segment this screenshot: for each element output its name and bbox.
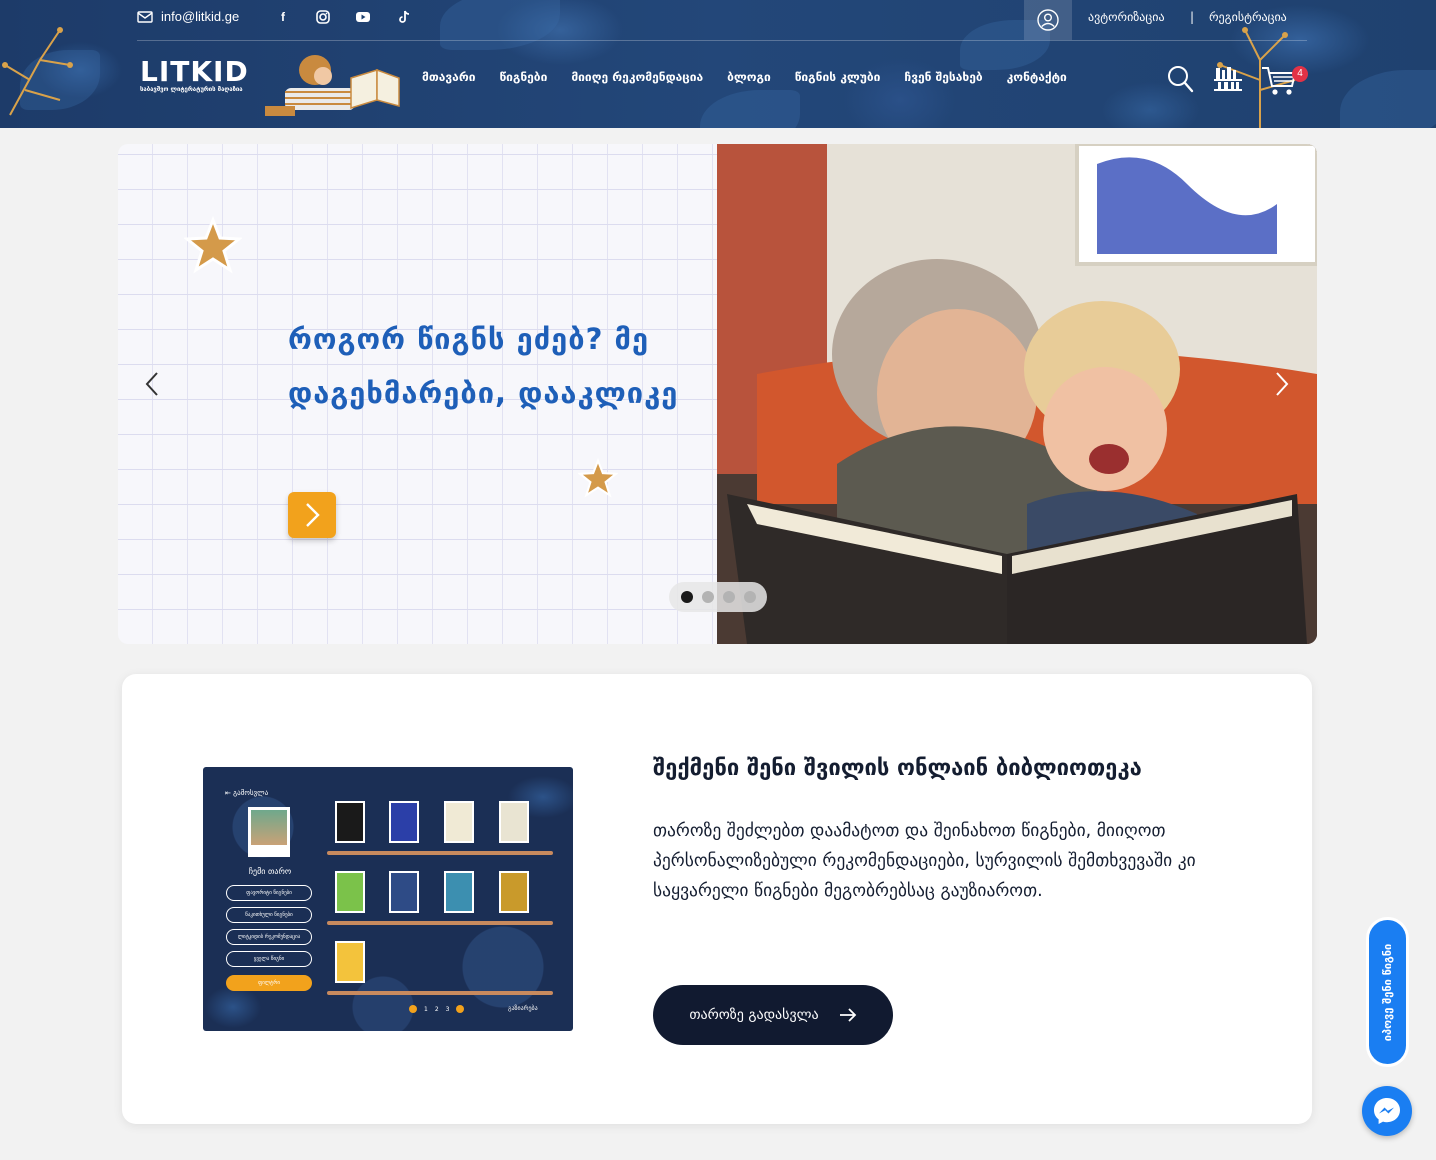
slider-prev-button[interactable] [140, 370, 164, 398]
grandmother-reading-photo [717, 144, 1317, 644]
topbar-email[interactable]: info@litkid.ge [137, 9, 239, 24]
preview-shelf [327, 921, 553, 925]
star-sticker-icon [184, 216, 242, 274]
preview-menu-item: ლიტკიდის რეკომენდაცია [226, 929, 312, 945]
slider-dots [669, 582, 767, 612]
preview-avatar [251, 810, 287, 846]
nav-item-book-club[interactable]: წიგნის კლუბი [795, 70, 881, 84]
chevron-right-icon [1276, 372, 1289, 396]
go-to-shelf-label: თაროზე გადასვლა [689, 1007, 819, 1023]
slider-dot[interactable] [680, 591, 693, 603]
preview-back-link: ⇤ გამოსვლა [225, 789, 268, 797]
cart-count-badge: 4 [1292, 66, 1308, 82]
preview-menu-item: წაკითხული წიგნები [226, 907, 312, 923]
preview-page: 1 [424, 1005, 428, 1013]
preview-shelf-label: ჩემი თარო [248, 867, 292, 876]
slide-cta-button[interactable] [288, 492, 336, 538]
library-title: შექმენი შენი შვილის ონლაინ ბიბლიოთეკა [653, 756, 1142, 781]
nav-item-about[interactable]: ჩვენ შესახებ [904, 70, 982, 84]
find-your-book-tab[interactable]: იპოვე შენი წიგნი [1366, 917, 1409, 1067]
youtube-icon[interactable] [355, 9, 371, 25]
preview-back-label: გამოსვლა [233, 789, 269, 797]
preview-shelf [327, 851, 553, 855]
preview-book [335, 941, 365, 983]
slide-photo [717, 144, 1317, 644]
header-leaf-decoration [700, 90, 800, 128]
bookshelf-icon[interactable] [1212, 64, 1244, 94]
preview-pagination: 1 2 3 [409, 1005, 465, 1013]
slider-next-button[interactable] [1270, 370, 1294, 398]
register-link[interactable]: რეგისტრაცია [1209, 10, 1287, 24]
preview-page: 2 [434, 1005, 439, 1013]
site-header: info@litkid.ge f ავტორიზაცია | რეგისტრაც… [0, 0, 1436, 128]
facebook-icon[interactable]: f [275, 9, 291, 25]
preview-prev-icon [409, 1005, 417, 1013]
branch-decoration-icon [2, 27, 73, 116]
nav-item-blog[interactable]: ბლოგი [727, 70, 771, 84]
preview-back-icon: ⇤ [225, 789, 234, 797]
chevron-left-icon [145, 372, 158, 396]
go-to-shelf-button[interactable]: თაროზე გადასვლა [653, 985, 893, 1045]
main-nav: მთავარი წიგნები მიიღე რეკომენდაცია ბლოგი… [422, 70, 1067, 84]
preview-next-icon [456, 1005, 465, 1013]
find-your-book-label: იპოვე შენი წიგნი [1381, 943, 1395, 1041]
user-account-button[interactable] [1024, 0, 1072, 40]
preview-book [335, 871, 365, 913]
online-library-card: ⇤ გამოსვლა ჩემი თარო ფავორიტი წიგნები წა… [122, 674, 1312, 1124]
slider-dot[interactable] [701, 591, 714, 603]
preview-book [389, 801, 419, 843]
preview-book [444, 871, 474, 913]
login-link[interactable]: ავტორიზაცია [1088, 10, 1165, 24]
messenger-icon [1374, 1098, 1400, 1124]
mail-icon [137, 10, 153, 23]
chevron-right-icon [306, 503, 320, 527]
user-icon [1037, 9, 1059, 31]
preview-book [389, 871, 419, 913]
preview-book [335, 801, 365, 843]
header-leaf-decoration [440, 0, 560, 50]
star-sticker-icon [578, 458, 618, 498]
instagram-icon[interactable] [315, 9, 331, 25]
preview-page: 3 [445, 1005, 450, 1013]
preview-avatar-frame [248, 807, 290, 857]
site-logo[interactable]: LITKID საბავშვო ლიტერატურის მაღაზია [140, 55, 250, 94]
nav-item-home[interactable]: მთავარი [422, 70, 475, 84]
header-divider [137, 40, 1307, 41]
nav-item-contact[interactable]: კონტაქტი [1007, 70, 1067, 84]
nav-item-recommendation[interactable]: მიიღე რეკომენდაცია [571, 70, 703, 84]
tiktok-icon[interactable] [396, 9, 412, 25]
reading-boy-illustration [265, 55, 400, 116]
logo-name: LITKID [140, 55, 249, 88]
auth-separator: | [1190, 10, 1195, 24]
arrow-right-icon [839, 1008, 856, 1022]
email-text: info@litkid.ge [161, 9, 240, 24]
hero-slider: როგორ წიგნს ეძებ? მე დაგეხმარები, დააკლი… [118, 144, 1317, 644]
preview-book [499, 801, 529, 843]
search-icon[interactable] [1166, 64, 1194, 94]
library-description: თაროზე შეძლებთ დაამატოთ და შეინახოთ წიგნ… [653, 821, 1196, 901]
preview-book [499, 871, 529, 913]
bookshelf-preview-image[interactable]: ⇤ გამოსვლა ჩემი თარო ფავორიტი წიგნები წა… [203, 767, 573, 1031]
preview-filter-button: ფილტრი [226, 975, 312, 991]
preview-share-label: გაზიარება [508, 1005, 538, 1012]
preview-menu-item: ყველა წიგნი [226, 951, 312, 967]
preview-book [444, 801, 474, 843]
preview-shelf [327, 991, 553, 995]
slide-title: როგორ წიგნს ეძებ? მე დაგეხმარები, დააკლი… [288, 322, 679, 410]
nav-item-books[interactable]: წიგნები [499, 70, 547, 84]
header-leaf-decoration [1340, 70, 1436, 128]
preview-menu-item: ფავორიტი წიგნები [226, 885, 312, 901]
logo-subtitle: საბავშვო ლიტერატურის მაღაზია [140, 86, 243, 93]
slider-dot[interactable] [743, 591, 756, 603]
slide-text-panel: როგორ წიგნს ეძებ? მე დაგეხმარები, დააკლი… [118, 144, 717, 644]
slider-dot[interactable] [722, 591, 735, 603]
messenger-button[interactable] [1362, 1086, 1412, 1136]
